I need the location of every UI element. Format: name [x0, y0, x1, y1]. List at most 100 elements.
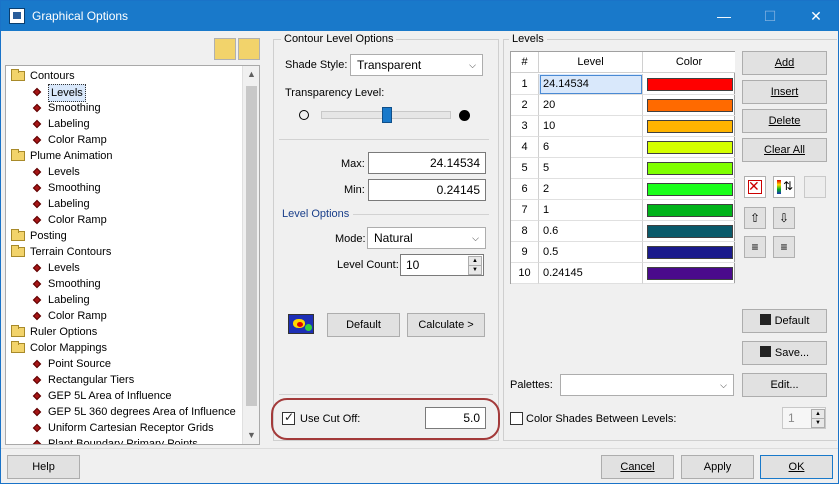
color-swatch[interactable] [647, 267, 733, 280]
tree-item[interactable]: Color Ramp [6, 308, 242, 324]
transparency-slider-thumb[interactable] [381, 107, 392, 123]
color-swatch[interactable] [647, 204, 733, 217]
level-value-cell[interactable]: 20 [539, 95, 643, 116]
levels-default-button[interactable]: Default [742, 309, 827, 333]
tree-item[interactable]: GEP 5L 360 degrees Area of Influence [6, 404, 242, 420]
color-swatch[interactable] [647, 141, 733, 154]
scroll-down-icon[interactable]: ▼ [243, 427, 259, 444]
insert-button[interactable]: Insert [742, 80, 827, 104]
tree-item[interactable]: Color Ramp [6, 212, 242, 228]
sort-descending-icon[interactable]: ≡ [744, 236, 766, 258]
cancel-button[interactable]: Cancel [601, 455, 674, 479]
color-swatch[interactable] [647, 246, 733, 259]
tree-scrollbar[interactable]: ▲ ▼ [242, 66, 259, 444]
calculate-button[interactable]: Calculate > [407, 313, 485, 337]
tree-item[interactable]: Levels [6, 164, 242, 180]
scroll-thumb[interactable] [246, 86, 257, 406]
chevron-down-icon: ⌵ [469, 60, 476, 70]
expand-all-icon[interactable] [214, 38, 236, 60]
clear-all-button[interactable]: Clear All [742, 138, 827, 162]
tree-item[interactable]: Smoothing [6, 276, 242, 292]
max-input[interactable]: 24.14534 [368, 152, 486, 174]
level-color-cell[interactable] [643, 200, 735, 221]
tree-folder[interactable]: Ruler Options [6, 324, 242, 340]
tree-item[interactable]: Smoothing [6, 180, 242, 196]
tree-item-label: Levels [48, 262, 80, 274]
level-value-cell[interactable]: 0.6 [539, 221, 643, 242]
ok-button[interactable]: OK [760, 455, 833, 479]
add-button[interactable]: Add [742, 51, 827, 75]
level-value-cell[interactable]: 5 [539, 158, 643, 179]
gradient-fill-icon[interactable] [804, 176, 826, 198]
max-label: Max: [341, 158, 365, 170]
level-color-cell[interactable] [643, 158, 735, 179]
color-swatch[interactable] [647, 120, 733, 133]
tree-item-label: Rectangular Tiers [48, 374, 135, 386]
color-swatch[interactable] [647, 183, 733, 196]
level-value-cell[interactable]: 0.5 [539, 242, 643, 263]
scroll-up-icon[interactable]: ▲ [243, 66, 259, 83]
levels-table[interactable]: # Level Color 1 24.14534 2 20 3 10 4 6 5 5 6 2 7 1 8 0.… [510, 51, 735, 284]
palettes-label: Palettes: [510, 379, 553, 391]
min-input[interactable]: 0.24145 [368, 179, 486, 201]
level-color-cell[interactable] [643, 221, 735, 242]
color-swatch[interactable] [647, 162, 733, 175]
delete-button[interactable]: Delete [742, 109, 827, 133]
tree-folder[interactable]: Color Mappings [6, 340, 242, 356]
stepper-down-icon[interactable]: ▼ [811, 418, 825, 428]
minimize-button[interactable]: — [701, 1, 747, 31]
color-swatch[interactable] [647, 99, 733, 112]
tree-item[interactable]: Point Source [6, 356, 242, 372]
level-value-cell[interactable]: 2 [539, 179, 643, 200]
move-up-icon[interactable]: ⇧ [744, 207, 766, 229]
color-shades-checkbox[interactable] [510, 412, 523, 425]
mode-select[interactable]: Natural ⌵ [367, 227, 486, 249]
close-button[interactable]: ✕ [793, 1, 839, 31]
tree-item[interactable]: GEP 5L Area of Influence [6, 388, 242, 404]
shade-style-select[interactable]: Transparent ⌵ [350, 54, 483, 76]
tree-item[interactable]: Labeling [6, 292, 242, 308]
sort-ascending-icon[interactable]: ≡ [773, 236, 795, 258]
level-color-cell[interactable] [643, 95, 735, 116]
level-color-cell[interactable] [643, 179, 735, 200]
contour-default-button[interactable]: Default [327, 313, 400, 337]
tree-folder[interactable]: Plume Animation [6, 148, 242, 164]
color-swatch[interactable] [647, 78, 733, 91]
apply-button[interactable]: Apply [681, 455, 754, 479]
level-value-cell[interactable]: 6 [539, 137, 643, 158]
collapse-all-icon[interactable] [238, 38, 260, 60]
move-down-icon[interactable]: ⇩ [773, 207, 795, 229]
delete-color-icon[interactable]: ✕ [744, 176, 766, 198]
tree-item[interactable]: Color Ramp [6, 132, 242, 148]
level-value-cell[interactable]: 10 [539, 116, 643, 137]
tree-folder[interactable]: Posting [6, 228, 242, 244]
tree-item[interactable]: Levels [6, 260, 242, 276]
tree-item[interactable]: Smoothing [6, 100, 242, 116]
maximize-button[interactable]: ☐ [747, 1, 793, 31]
level-value-cell[interactable]: 1 [539, 200, 643, 221]
options-tree[interactable]: Contours Levels Smoothing Labeling Color Ram… [5, 65, 260, 445]
level-color-cell[interactable] [643, 242, 735, 263]
stepper-down-icon[interactable]: ▼ [468, 265, 482, 275]
tree-item[interactable]: Levels [6, 84, 242, 102]
tree-folder[interactable]: Terrain Contours [6, 244, 242, 260]
tree-folder[interactable]: Contours [6, 68, 242, 84]
level-value-cell[interactable]: 0.24145 [539, 263, 643, 284]
level-color-cell[interactable] [643, 74, 735, 95]
level-color-cell[interactable] [643, 137, 735, 158]
tree-item[interactable]: Labeling [6, 196, 242, 212]
edit-button[interactable]: Edit... [742, 373, 827, 397]
level-value-cell[interactable]: 24.14534 [539, 74, 643, 95]
tree-item[interactable]: Rectangular Tiers [6, 372, 242, 388]
save-button[interactable]: Save... [742, 341, 827, 365]
tree-item[interactable]: Labeling [6, 116, 242, 132]
tree-item[interactable]: Plant Boundary Primary Points [6, 436, 242, 444]
color-ramp-icon[interactable]: ⇅ [773, 176, 795, 198]
diamond-icon [32, 423, 42, 433]
help-button[interactable]: Help [7, 455, 80, 479]
color-swatch[interactable] [647, 225, 733, 238]
level-color-cell[interactable] [643, 263, 735, 284]
tree-item[interactable]: Uniform Cartesian Receptor Grids [6, 420, 242, 436]
palettes-select[interactable]: ⌵ [560, 374, 734, 396]
level-color-cell[interactable] [643, 116, 735, 137]
